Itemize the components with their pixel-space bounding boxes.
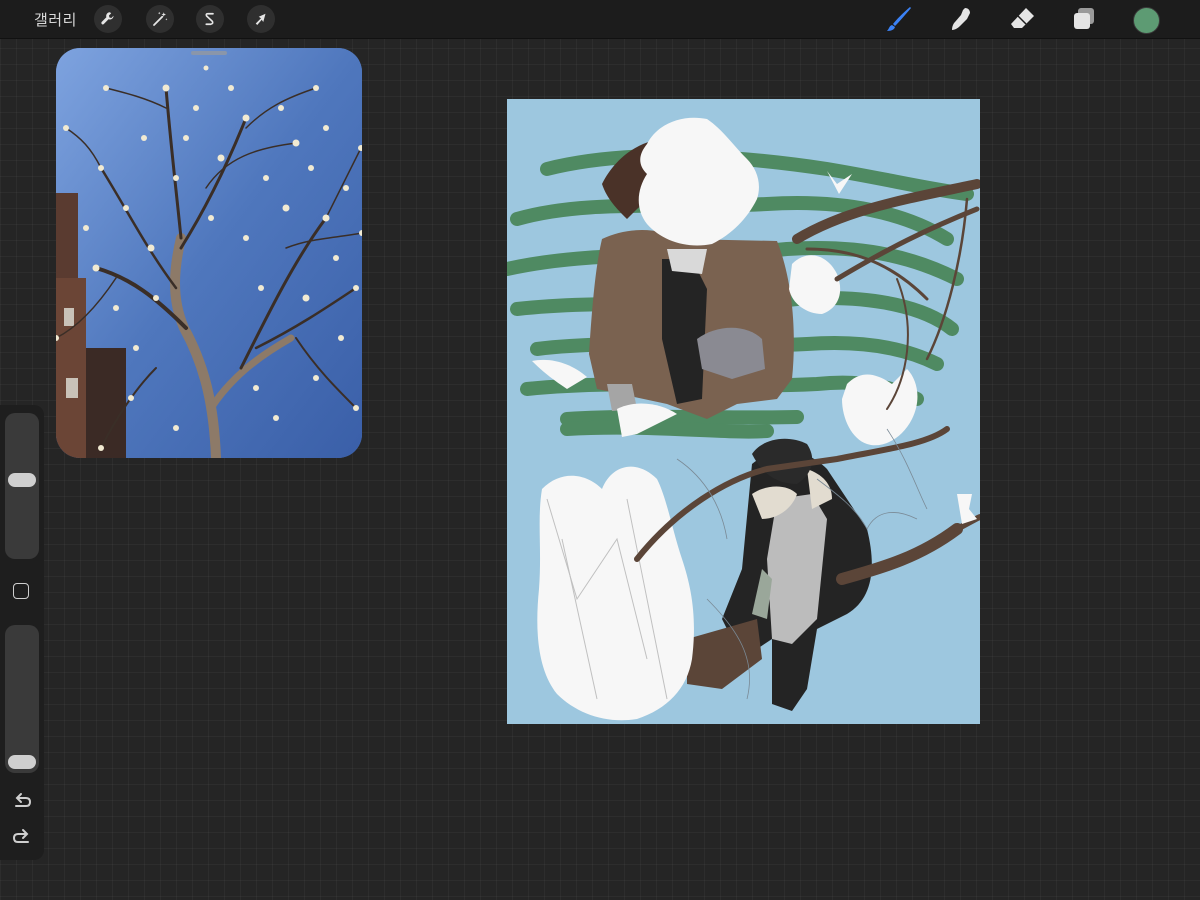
canvas-artwork [507,99,980,724]
gallery-button[interactable]: 갤러리 [34,9,77,30]
left-sidebar [0,405,44,860]
color-picker-swatch[interactable] [1133,7,1160,34]
magic-wand-icon[interactable] [146,5,174,33]
top-toolbar: 갤러리 [0,0,1200,39]
brush-size-slider[interactable] [5,413,39,559]
drawing-canvas[interactable] [507,99,980,724]
smudge-icon[interactable] [946,4,976,34]
brush-icon[interactable] [884,4,914,34]
reference-drag-handle[interactable] [191,51,227,55]
arrow-cursor-icon[interactable] [247,5,275,33]
reference-photo [56,48,362,458]
selection-s-icon[interactable] [196,5,224,33]
eraser-icon[interactable] [1008,4,1038,34]
layers-icon[interactable] [1069,4,1099,34]
brush-size-thumb[interactable] [8,472,36,487]
redo-icon[interactable] [10,825,34,849]
wrench-icon[interactable] [94,5,122,33]
modify-square-icon[interactable] [13,583,29,599]
opacity-thumb[interactable] [8,755,36,769]
opacity-slider[interactable] [5,625,39,773]
undo-icon[interactable] [10,789,34,813]
reference-photo-window[interactable] [56,48,362,458]
